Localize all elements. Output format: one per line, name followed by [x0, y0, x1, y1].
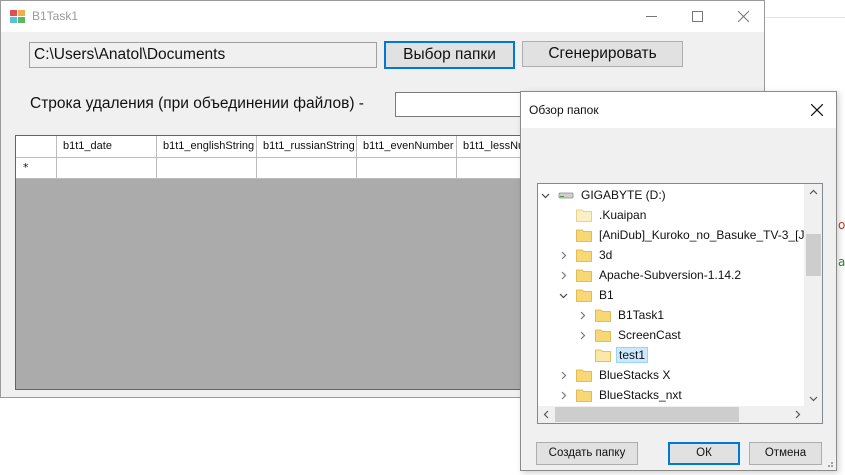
tree-item-folder[interactable]: B1: [556, 285, 616, 305]
chevron-right-icon[interactable]: [575, 325, 589, 345]
folder-icon: [576, 389, 592, 402]
column-header[interactable]: b1t1_date: [57, 136, 157, 158]
cancel-button[interactable]: Отмена: [749, 442, 822, 465]
chevron-right-icon[interactable]: [556, 385, 570, 405]
scrollbar-corner: [805, 406, 822, 423]
grid-new-row[interactable]: *: [16, 158, 524, 179]
window-title: B1Task1: [32, 9, 79, 23]
scroll-left-icon[interactable]: [542, 410, 551, 419]
tree-item-label: [AniDub]_Kuroko_no_Basuke_TV-3_[JAM: [599, 228, 823, 242]
tree-item-drive[interactable]: GIGABYTE (D:): [538, 185, 668, 205]
vertical-scrollbar[interactable]: [804, 184, 822, 407]
tree-item-label: test1: [616, 347, 649, 363]
column-header[interactable]: b1t1_evenNumber: [357, 136, 457, 158]
grid-header-row: b1t1_date b1t1_englishString b1t1_russia…: [16, 136, 524, 158]
resize-grip-icon[interactable]: [824, 458, 834, 468]
folder-icon: [576, 369, 592, 382]
folder-icon: [595, 329, 611, 342]
grid-corner-cell[interactable]: [16, 136, 57, 158]
select-folder-button[interactable]: Выбор папки: [384, 41, 515, 69]
dialog-title-bar[interactable]: Обзор папок: [521, 92, 836, 128]
delete-string-label: Строка удаления (при объединении файлов)…: [30, 95, 364, 112]
tree-item-label: BlueStacks_nxt: [599, 388, 682, 402]
background-text-fragment: о: [838, 218, 845, 232]
chevron-down-icon[interactable]: [556, 285, 570, 305]
tree-item-label: BlueStacks X: [599, 368, 671, 382]
ok-button[interactable]: ОК: [668, 442, 740, 465]
tree-item-label: B1: [599, 288, 614, 302]
horizontal-scrollbar[interactable]: [538, 406, 822, 423]
app-icon: [10, 10, 25, 23]
tree-item-label: ScreenCast: [618, 328, 681, 342]
folder-icon: [576, 269, 592, 282]
scroll-down-icon[interactable]: [809, 394, 818, 403]
tree-item-label: 3d: [599, 248, 613, 262]
scroll-right-icon[interactable]: [793, 410, 802, 419]
scroll-up-icon[interactable]: [809, 188, 818, 197]
tree-item-folder[interactable]: 3d: [556, 245, 614, 265]
delete-string-input[interactable]: [395, 92, 525, 117]
minimize-button[interactable]: [628, 1, 674, 32]
chevron-right-icon[interactable]: [556, 265, 570, 285]
tree-item-label: .Kuaipan: [599, 208, 647, 222]
tree-item-folder[interactable]: Apache-Subversion-1.14.2: [556, 265, 743, 285]
grid-cell[interactable]: [57, 158, 157, 179]
tree-item-folder[interactable]: BlueStacks_nxt: [556, 385, 684, 405]
chevron-right-icon[interactable]: [556, 245, 570, 265]
folder-icon: [576, 209, 592, 222]
grid-cell[interactable]: [257, 158, 357, 179]
dialog-title: Обзор папок: [529, 103, 599, 117]
vertical-scroll-thumb[interactable]: [806, 234, 821, 276]
column-header[interactable]: b1t1_russianString: [257, 136, 357, 158]
tree-item-folder[interactable]: [AniDub]_Kuroko_no_Basuke_TV-3_[JAM: [576, 225, 823, 245]
folder-path-field[interactable]: C:\Users\Anatol\Documents: [29, 42, 377, 68]
maximize-button[interactable]: [674, 1, 720, 32]
chevron-right-icon[interactable]: [556, 365, 570, 385]
folder-open-icon: [595, 349, 611, 362]
folder-icon: [576, 249, 592, 262]
tree-item-folder[interactable]: B1Task1: [575, 305, 666, 325]
background-divider: [765, 17, 845, 18]
horizontal-scroll-thumb[interactable]: [555, 407, 739, 422]
chevron-down-icon[interactable]: [538, 185, 552, 205]
tree-item-label: B1Task1: [618, 308, 665, 322]
tree-item-label: Apache-Subversion-1.14.2: [599, 268, 742, 282]
tree-item-folder-selected[interactable]: test1: [595, 345, 649, 365]
generate-button[interactable]: Сгенерировать: [522, 41, 683, 67]
folder-browser-dialog: Обзор папок GIGABYTE (D:) .Kuaipan [AniD…: [520, 91, 837, 471]
close-icon: [811, 104, 823, 116]
folder-icon: [576, 289, 592, 302]
close-icon: [737, 11, 749, 22]
drive-icon: [558, 192, 574, 199]
tree-item-folder[interactable]: ScreenCast: [575, 325, 683, 345]
tree-item-folder[interactable]: BlueStacks X: [556, 365, 672, 385]
title-bar[interactable]: B1Task1: [1, 1, 764, 32]
column-header[interactable]: b1t1_englishString: [157, 136, 257, 158]
new-folder-button[interactable]: Создать папку: [536, 442, 638, 465]
tree-item-label: GIGABYTE (D:): [581, 188, 666, 202]
new-row-marker[interactable]: *: [16, 158, 57, 179]
background-text-fragment: а: [838, 255, 845, 269]
maximize-icon: [691, 11, 703, 22]
dialog-close-button[interactable]: [802, 96, 832, 124]
folder-icon: [595, 309, 611, 322]
grid-cell[interactable]: [457, 158, 524, 179]
close-button[interactable]: [720, 1, 766, 32]
minimize-icon: [645, 16, 657, 17]
chevron-right-icon[interactable]: [575, 305, 589, 325]
grid-cell[interactable]: [157, 158, 257, 179]
folder-icon: [576, 229, 592, 242]
column-header[interactable]: b1t1_lessNumber: [457, 136, 524, 158]
grid-cell[interactable]: [357, 158, 457, 179]
tree-item-folder[interactable]: .Kuaipan: [576, 205, 648, 225]
data-grid[interactable]: b1t1_date b1t1_englishString b1t1_russia…: [15, 135, 525, 390]
folder-tree[interactable]: GIGABYTE (D:) .Kuaipan [AniDub]_Kuroko_n…: [537, 183, 823, 424]
